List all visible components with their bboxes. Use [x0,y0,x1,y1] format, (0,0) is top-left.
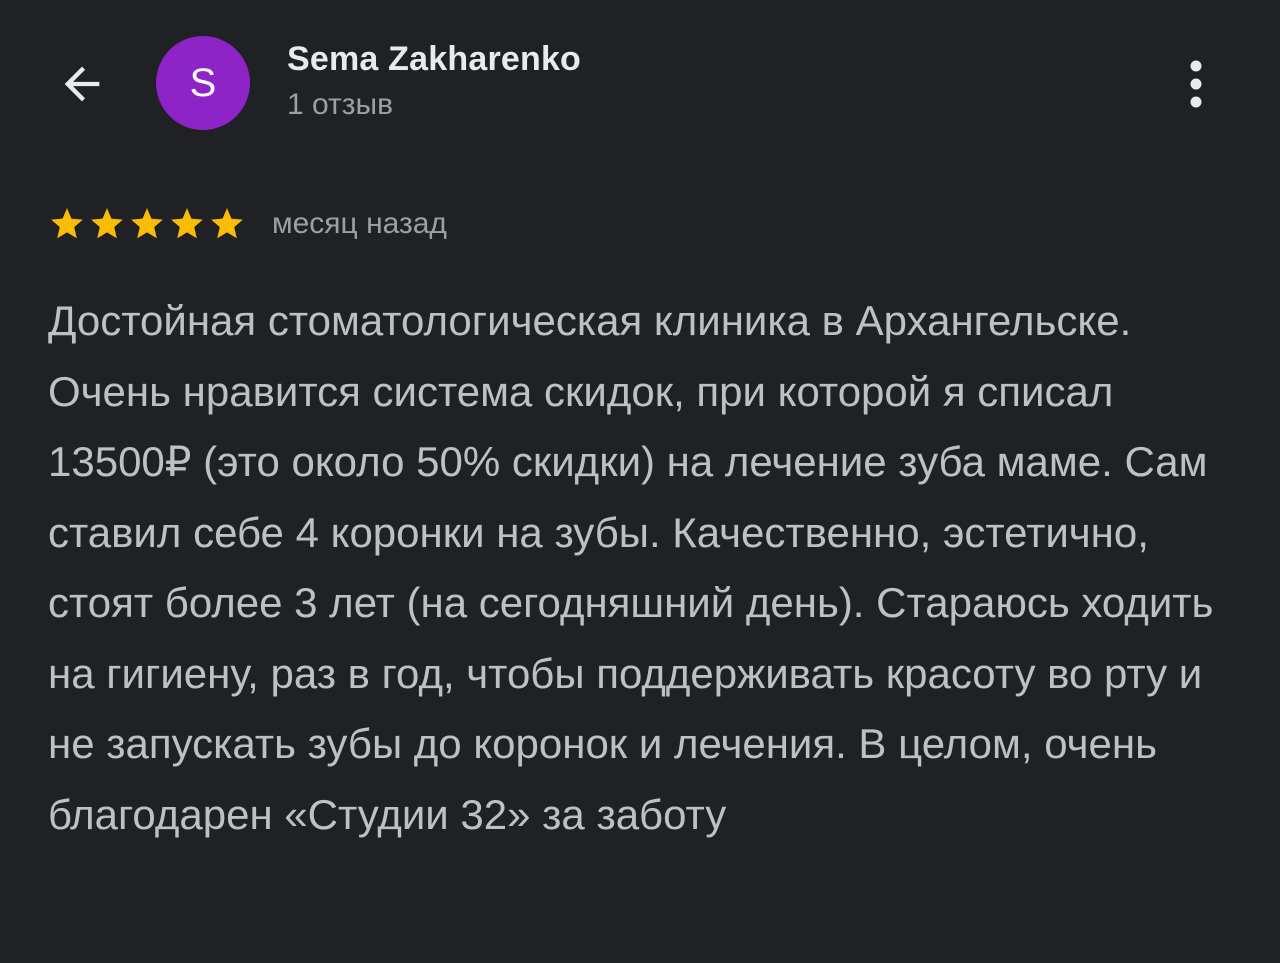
user-name[interactable]: Sema Zakharenko [287,40,581,79]
avatar[interactable]: S [156,36,250,130]
review-date: месяц назад [272,207,447,240]
star-icon [171,208,203,239]
review-text: Достойная стоматологическая клиника в Ар… [48,297,1214,838]
more-options-button[interactable] [1166,52,1226,116]
more-vertical-icon [1190,60,1202,108]
star-rating [48,205,246,243]
rating-row: месяц назад [48,202,447,246]
star-icon [211,208,243,239]
review-count: 1 отзыв [287,88,394,121]
avatar-letter: S [189,60,217,105]
star-icon [91,208,123,239]
star-icon [131,208,163,239]
star-icon [51,208,83,239]
back-button[interactable] [52,54,112,114]
arrow-left-icon [64,66,100,102]
